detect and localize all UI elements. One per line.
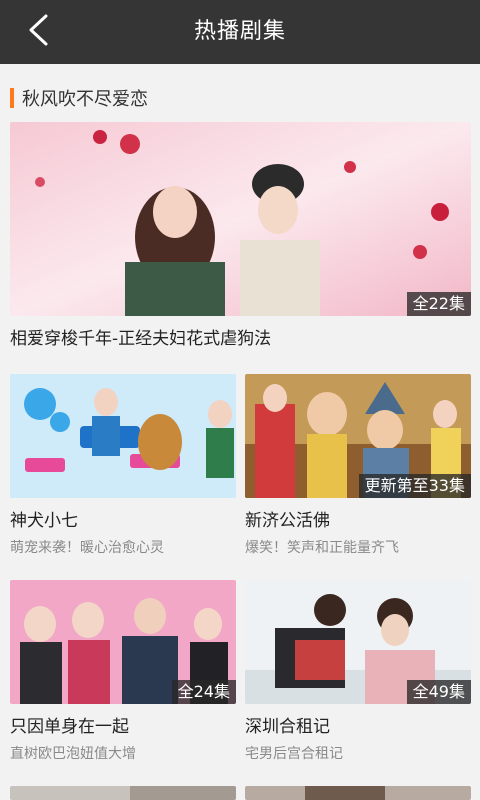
top-bar: 热播剧集 bbox=[0, 0, 480, 64]
grid-thumbnail[interactable]: 全24集 bbox=[10, 580, 236, 704]
grid-card-subtitle: 爆笑！笑声和正能量齐飞 bbox=[245, 540, 399, 556]
grid-card-title[interactable]: 神犬小七 bbox=[10, 506, 236, 531]
grid-card[interactable]: 全24集 只因单身在一起 直树欧巴泡妞值大增 bbox=[10, 580, 236, 763]
featured-thumbnail[interactable]: 全22集 bbox=[10, 122, 471, 316]
grid-card[interactable]: 神犬小七 萌宠来袭！暖心治愈心灵 bbox=[10, 374, 236, 557]
grid-card-subtitle: 宅男后宫合租记 bbox=[245, 746, 343, 762]
featured-title[interactable]: 相爱穿梭千年-正经夫妇花式虐狗法 bbox=[10, 324, 471, 349]
grid-thumbnail[interactable]: 全49集 bbox=[245, 580, 471, 704]
section-header: 秋风吹不尽爱恋 bbox=[10, 86, 148, 110]
episode-count-badge: 全24集 bbox=[171, 680, 236, 704]
grid-card-title[interactable]: 深圳合租记 bbox=[245, 712, 471, 737]
section-title: 秋风吹不尽爱恋 bbox=[22, 89, 148, 110]
grid-thumbnail[interactable] bbox=[245, 786, 471, 800]
grid-thumbnail[interactable] bbox=[10, 374, 236, 498]
episode-count-badge: 全22集 bbox=[406, 292, 471, 316]
grid-card-subtitle: 萌宠来袭！暖心治愈心灵 bbox=[10, 540, 164, 556]
episode-count-badge: 更新第至33集 bbox=[358, 474, 471, 498]
grid-thumbnail[interactable]: 更新第至33集 bbox=[245, 374, 471, 498]
grid-card-title[interactable]: 只因单身在一起 bbox=[10, 712, 236, 737]
featured-card[interactable]: 全22集 相爱穿梭千年-正经夫妇花式虐狗法 bbox=[10, 122, 471, 349]
page-title: 热播剧集 bbox=[193, 19, 286, 44]
grid-card-subtitle: 直树欧巴泡妞值大增 bbox=[10, 746, 136, 762]
grid-thumbnail[interactable] bbox=[10, 786, 236, 800]
episode-count-badge: 全49集 bbox=[406, 680, 471, 704]
grid-card[interactable]: 全49集 深圳合租记 宅男后宫合租记 bbox=[245, 580, 471, 763]
section-accent-bar bbox=[10, 88, 14, 108]
grid-card-title[interactable]: 新济公活佛 bbox=[245, 506, 471, 531]
grid-card[interactable]: 更新第至33集 新济公活佛 爆笑！笑声和正能量齐飞 bbox=[245, 374, 471, 557]
